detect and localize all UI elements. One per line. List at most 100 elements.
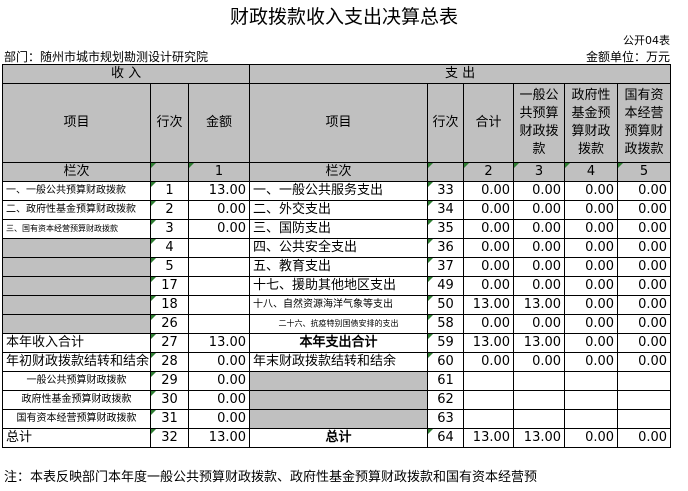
row-state-capital: 0.00 — [617, 314, 672, 334]
row-state-capital: 0.00 — [617, 257, 672, 277]
col-1: 1 — [187, 162, 251, 182]
row-income-line: 31 — [150, 409, 189, 429]
row-income-line: 18 — [150, 295, 189, 315]
table-row: 一般公共预算财政拨款 29 0.00 61 — [2, 371, 672, 391]
table-row: 二、政府性基金预算财政拨款 2 0.00 二、外交支出 34 0.00 0.00 0.00 0.… — [2, 200, 672, 220]
col-empty-expense — [427, 162, 465, 182]
row-expense-line: 60 — [427, 352, 465, 372]
row-general-budget: 13.00 — [513, 428, 566, 448]
column-header-row: 项目 行次 金额 项目 行次 合计 一般公共预算财政拨款 政府性基金预算财政拨款… — [2, 83, 672, 163]
row-state-capital: 0.00 — [617, 238, 672, 258]
row-income-item: 国有资本经营预算财政拨款 — [2, 409, 151, 429]
header-general-budget: 一般公共预算财政拨款 — [513, 83, 566, 163]
row-income-item — [2, 276, 151, 296]
row-expense-line: 34 — [427, 200, 465, 220]
form-number: 公开04表 — [623, 34, 670, 47]
row-general-budget: 0.00 — [513, 257, 566, 277]
row-expense-line: 64 — [427, 428, 465, 448]
budget-summary-table: 收 入 支 出 项目 行次 金额 项目 行次 合计 一般公共预算财政拨款 政府性… — [1, 64, 672, 448]
row-expense-line: 35 — [427, 219, 465, 239]
row-total — [463, 371, 515, 391]
row-income-amount: 0.00 — [187, 219, 251, 239]
row-state-capital: 0.00 — [617, 181, 672, 201]
row-income-line: 28 — [150, 352, 189, 372]
row-total: 0.00 — [463, 238, 515, 258]
row-income-item: 本年收入合计 — [2, 333, 151, 353]
table-row: 总计 32 13.00 总计 64 13.00 13.00 0.00 0.00 — [2, 428, 672, 448]
row-state-capital: 0.00 — [617, 295, 672, 315]
row-income-amount — [187, 238, 251, 258]
row-expense-line: 58 — [427, 314, 465, 334]
row-income-item: 三、国有资本经营预算财政拨款 — [2, 219, 151, 239]
row-total: 0.00 — [463, 181, 515, 201]
footnote: 注：本表反映部门本年度一般公共预算财政拨款、政府性基金预算财政拨款和国有资本经营… — [4, 470, 538, 485]
row-general-budget — [513, 371, 566, 391]
row-fund-budget — [564, 371, 619, 391]
row-state-capital — [617, 371, 672, 391]
row-income-item: 一般公共预算财政拨款 — [2, 371, 151, 391]
row-total: 0.00 — [463, 314, 515, 334]
row-income-item: 政府性基金预算财政拨款 — [2, 390, 151, 410]
column-number-row: 栏次 1 栏次 2 3 4 5 — [2, 162, 672, 182]
row-expense-item: 三、国防支出 — [249, 219, 429, 239]
row-fund-budget: 0.00 — [564, 200, 619, 220]
row-income-amount: 13.00 — [187, 333, 251, 353]
row-general-budget: 13.00 — [513, 333, 566, 353]
row-expense-line: 61 — [427, 371, 465, 391]
row-income-amount: 0.00 — [187, 409, 251, 429]
table-row: 一、一般公共预算财政拨款 1 13.00 一、一般公共服务支出 33 0.00 0.00 0.… — [2, 181, 672, 201]
row-state-capital: 0.00 — [617, 333, 672, 353]
row-total: 0.00 — [463, 352, 515, 372]
row-income-line: 27 — [150, 333, 189, 353]
row-state-capital: 0.00 — [617, 219, 672, 239]
row-general-budget: 0.00 — [513, 314, 566, 334]
row-expense-item: 十八、自然资源海洋气象等支出 — [249, 295, 429, 315]
row-income-amount: 13.00 — [187, 428, 251, 448]
table-row: 三、国有资本经营预算财政拨款 3 0.00 三、国防支出 35 0.00 0.00 0.00 0… — [2, 219, 672, 239]
table-row: 4 四、公共安全支出 36 0.00 0.00 0.00 0.00 — [2, 238, 672, 258]
row-income-item — [2, 257, 151, 277]
col-label-expense: 栏次 — [249, 162, 429, 182]
row-expense-line: 63 — [427, 409, 465, 429]
row-state-capital — [617, 409, 672, 429]
row-expense-line: 59 — [427, 333, 465, 353]
row-total: 0.00 — [463, 219, 515, 239]
header-state-capital: 国有资本经营预算财政拨款 — [617, 83, 672, 163]
row-income-amount — [187, 276, 251, 296]
col-label: 栏次 — [2, 162, 151, 182]
row-fund-budget: 0.00 — [564, 181, 619, 201]
row-income-line: 29 — [150, 371, 189, 391]
row-expense-line: 50 — [427, 295, 465, 315]
table-row: 本年收入合计 27 13.00 本年支出合计 59 13.00 13.00 0.00 0.00 — [2, 333, 672, 353]
table-row: 年初财政拨款结转和结余 28 0.00 年末财政拨款结转和结余 60 0.00 0.00 0.… — [2, 352, 672, 372]
row-income-item: 一、一般公共预算财政拨款 — [2, 181, 151, 201]
row-income-item — [2, 295, 151, 315]
amount-unit: 金额单位：万元 — [585, 50, 670, 64]
row-expense-item: 本年支出合计 — [249, 333, 429, 353]
table-row: 18 十八、自然资源海洋气象等支出 50 13.00 13.00 0.00 0.00 — [2, 295, 672, 315]
row-general-budget — [513, 390, 566, 410]
table-row: 政府性基金预算财政拨款 30 0.00 62 — [2, 390, 672, 410]
row-fund-budget: 0.00 — [564, 352, 619, 372]
row-total — [463, 390, 515, 410]
row-expense-item: 总计 — [249, 428, 429, 448]
income-section-header: 收 入 — [1, 64, 251, 84]
report-title: 财政拨款收入支出决算总表 — [229, 6, 458, 28]
row-expense-item: 二、外交支出 — [249, 200, 429, 220]
section-header-row: 收 入 支 出 — [1, 64, 672, 84]
row-income-line: 30 — [150, 390, 189, 410]
row-state-capital: 0.00 — [617, 428, 672, 448]
row-income-amount — [187, 257, 251, 277]
row-fund-budget — [564, 409, 619, 429]
row-income-line: 2 — [150, 200, 189, 220]
row-income-line: 17 — [150, 276, 189, 296]
col-3: 3 — [513, 162, 566, 182]
expense-section-header: 支 出 — [249, 64, 672, 84]
header-line: 行次 — [150, 83, 189, 163]
row-expense-item: 五、教育支出 — [249, 257, 429, 277]
row-total: 0.00 — [463, 200, 515, 220]
row-total — [463, 409, 515, 429]
row-expense-item: 二十六、抗疫特别国债安排的支出 — [249, 314, 429, 334]
row-expense-line: 36 — [427, 238, 465, 258]
row-income-amount: 0.00 — [187, 390, 251, 410]
